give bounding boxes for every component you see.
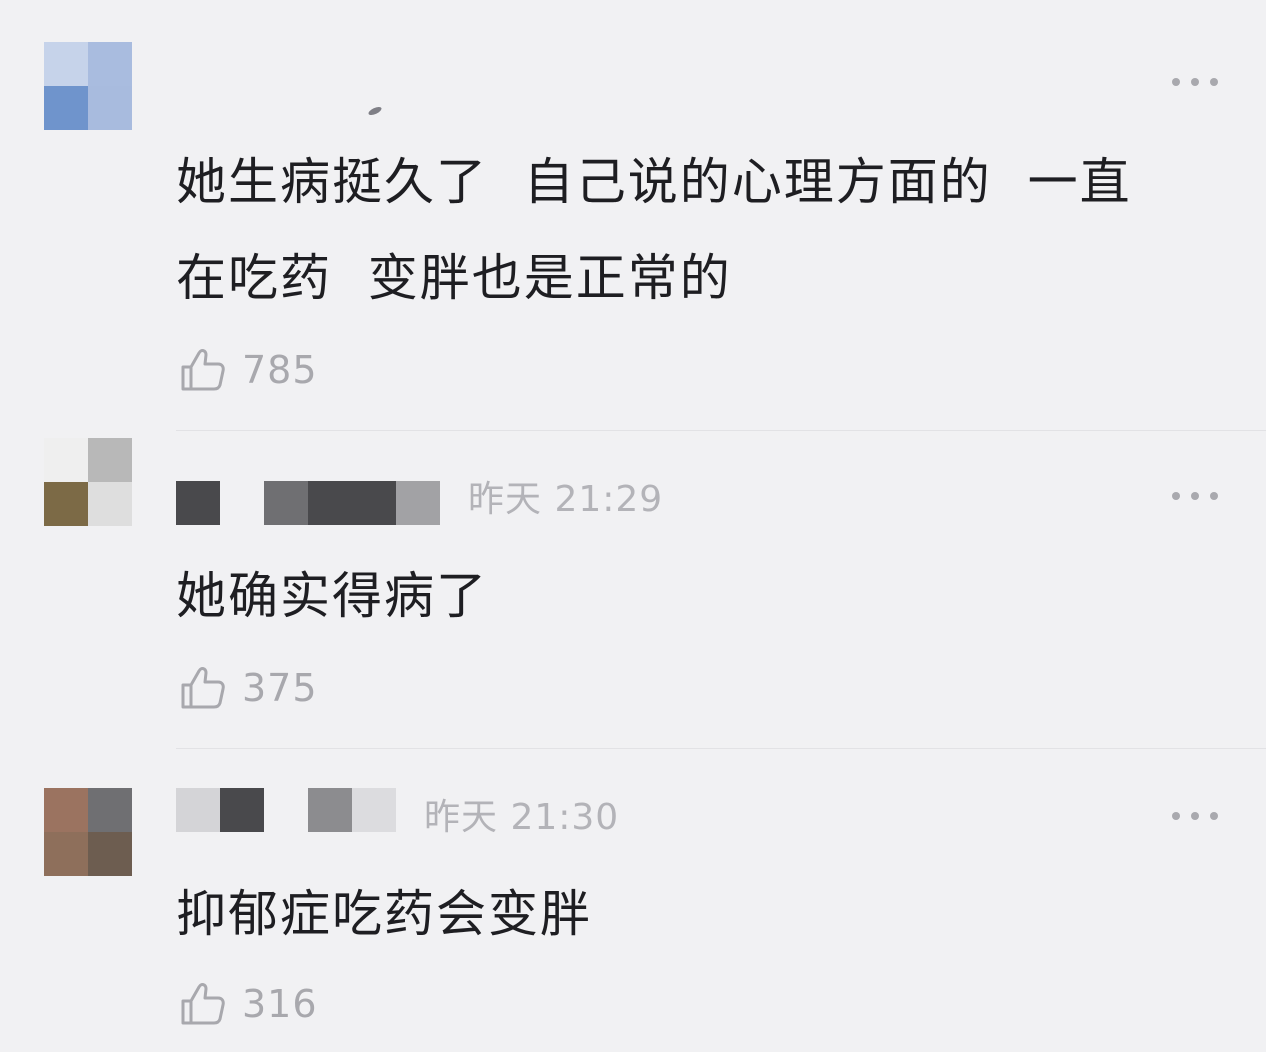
like-button[interactable]: 316 <box>178 978 318 1030</box>
like-count: 316 <box>242 982 318 1026</box>
comment-item: 昨天 21:30 抑郁症吃药会变胖 316 <box>0 748 1266 1052</box>
thumbs-up-icon <box>181 349 225 391</box>
avatar[interactable] <box>44 438 132 526</box>
thumbs-up-icon <box>181 983 225 1025</box>
like-button[interactable]: 375 <box>178 662 318 714</box>
like-count: 375 <box>242 666 318 710</box>
timestamp: 昨天 21:30 <box>424 797 620 838</box>
username[interactable] <box>176 788 396 832</box>
comment-text: 她确实得病了 <box>176 567 488 625</box>
more-dots-icon[interactable] <box>1172 808 1218 824</box>
more-dots-icon[interactable] <box>1172 488 1218 504</box>
like-count: 785 <box>242 348 318 392</box>
more-dots-icon[interactable] <box>1172 74 1218 90</box>
timestamp: 昨天 21:29 <box>468 479 664 520</box>
avatar[interactable] <box>44 788 132 876</box>
comment-text: 她生病挺久了 自己说的心理方面的 一直 在吃药 变胖也是正常的 <box>176 153 1132 307</box>
like-button[interactable]: 785 <box>178 344 318 396</box>
username-residue <box>367 105 383 117</box>
comment-item: 她生病挺久了 自己说的心理方面的 一直 在吃药 变胖也是正常的 785 <box>0 0 1266 430</box>
comment-text: 抑郁症吃药会变胖 <box>176 885 592 943</box>
thumbs-up-icon <box>181 667 225 709</box>
comment-item: 昨天 21:29 她确实得病了 375 <box>0 430 1266 748</box>
avatar[interactable] <box>44 42 132 130</box>
username[interactable] <box>176 481 440 525</box>
